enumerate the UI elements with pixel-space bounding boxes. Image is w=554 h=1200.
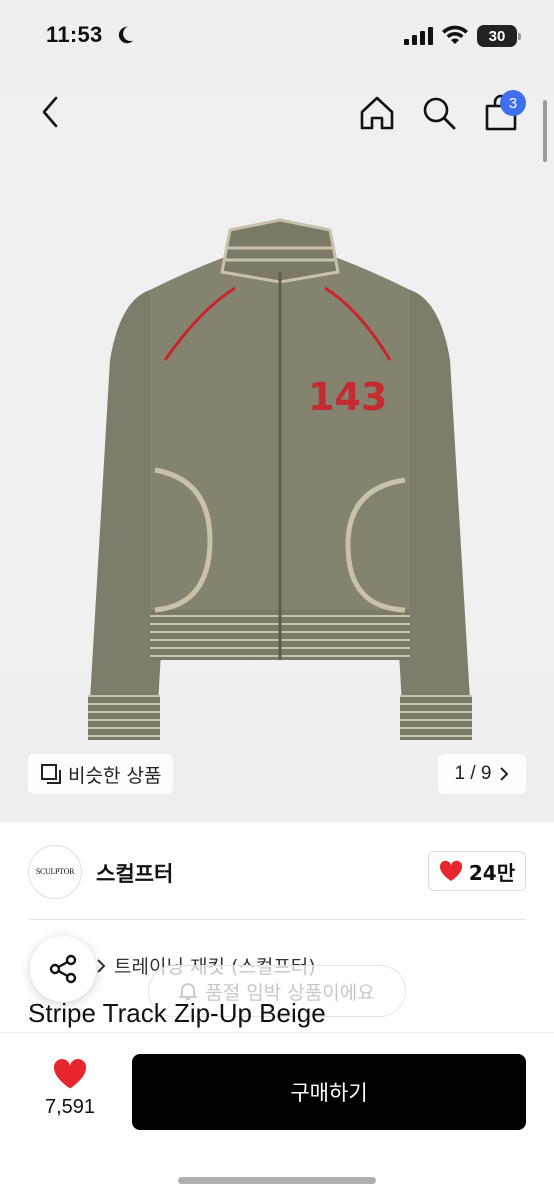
product-photo: 143 [88, 218, 472, 740]
home-indicator[interactable] [178, 1177, 376, 1184]
product-image-area[interactable]: 11:53 30 3 143 비슷한 상품 1 / 9 [0, 0, 554, 822]
product-title: Stripe Track Zip-Up Beige [28, 998, 326, 1028]
favorite-button[interactable]: 7,591 [34, 1058, 106, 1119]
brand-like-button[interactable]: 24만 [428, 851, 526, 891]
buy-button[interactable]: 구매하기 [132, 1054, 526, 1130]
brand-logo[interactable]: SCULPTOR [28, 845, 82, 899]
chevron-right-icon [97, 958, 106, 973]
image-pager[interactable]: 1 / 9 [438, 754, 526, 794]
chevron-left-icon [42, 96, 58, 128]
home-icon [360, 96, 394, 130]
chevron-right-icon [500, 767, 509, 781]
share-button[interactable] [30, 936, 96, 1002]
brand-like-count: 24만 [468, 860, 516, 885]
brand-name[interactable]: 스컬프터 [96, 858, 173, 888]
similar-products-button[interactable]: 비슷한 상품 [28, 754, 174, 794]
similar-items-icon [41, 764, 61, 784]
search-icon [423, 97, 456, 130]
brand-logo-text: SCULPTOR [35, 867, 75, 876]
favorite-count: 7,591 [44, 1096, 96, 1118]
signal-icon [404, 27, 433, 45]
divider [28, 919, 526, 920]
share-icon [49, 954, 77, 984]
home-button[interactable] [356, 92, 398, 134]
status-time: 11:53 [46, 22, 103, 47]
moon-icon [118, 26, 134, 44]
pager-text: 1 / 9 [454, 763, 492, 784]
wifi-icon [442, 25, 468, 44]
cart-count-badge: 3 [500, 90, 526, 116]
heart-icon [53, 1059, 87, 1089]
search-button[interactable] [418, 92, 460, 134]
status-bar: 11:53 30 [0, 0, 554, 74]
battery-icon: 30 [477, 25, 521, 47]
heart-icon [439, 860, 462, 881]
svg-text:143: 143 [308, 375, 387, 419]
back-button[interactable] [30, 92, 70, 132]
scrollbar[interactable] [543, 100, 547, 162]
similar-products-label: 비슷한 상품 [68, 764, 162, 787]
